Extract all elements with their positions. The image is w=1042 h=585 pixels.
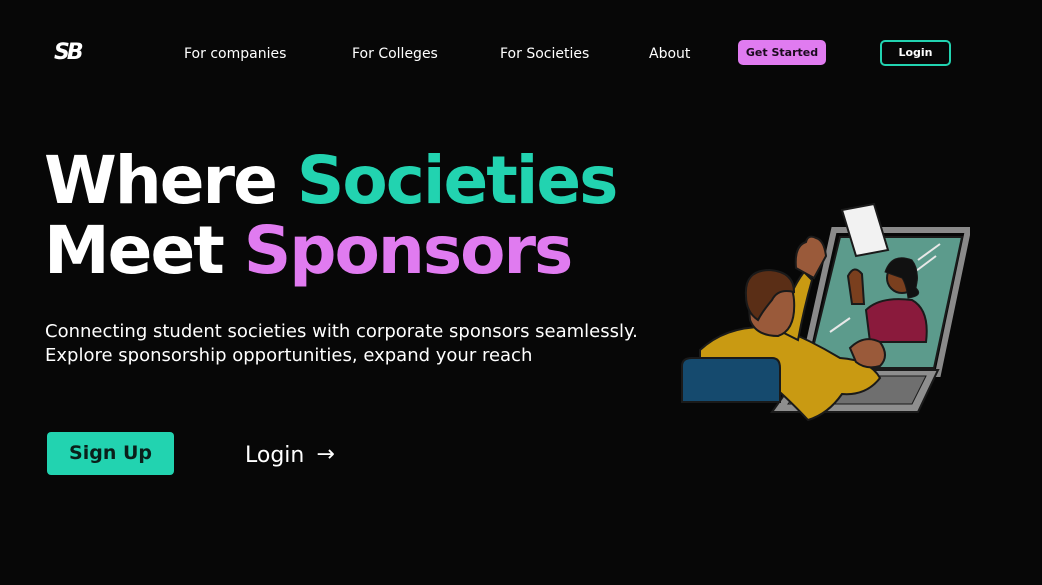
hero-title-sponsors: Sponsors bbox=[243, 212, 574, 289]
login-button[interactable]: Login bbox=[880, 40, 951, 66]
hero-title-societies: Societies bbox=[296, 142, 619, 219]
hero-subtitle-line-1: Connecting student societies with corpor… bbox=[45, 321, 638, 342]
hero-subtitle: Connecting student societies with corpor… bbox=[45, 320, 685, 368]
get-started-button[interactable]: Get Started bbox=[738, 40, 826, 65]
sign-up-button[interactable]: Sign Up bbox=[47, 432, 174, 475]
brand-logo[interactable]: SB bbox=[54, 40, 90, 66]
hero-title: Where Societies Meet Sponsors bbox=[44, 146, 618, 289]
nav-about[interactable]: About bbox=[649, 45, 690, 63]
hero-login-link[interactable]: Login → bbox=[245, 441, 335, 469]
nav-for-companies[interactable]: For companies bbox=[184, 45, 286, 63]
video-call-illustration bbox=[681, 202, 970, 422]
hero-title-where: Where bbox=[44, 142, 278, 219]
hero-subtitle-line-2: Explore sponsorship opportunities, expan… bbox=[45, 345, 533, 366]
hero-title-meet: Meet bbox=[44, 212, 225, 289]
nav-for-societies[interactable]: For Societies bbox=[500, 45, 589, 63]
arrow-right-icon: → bbox=[316, 442, 335, 467]
hero-login-label: Login bbox=[245, 442, 305, 468]
chair-illustration bbox=[681, 357, 781, 403]
nav-for-colleges[interactable]: For Colleges bbox=[352, 45, 438, 63]
